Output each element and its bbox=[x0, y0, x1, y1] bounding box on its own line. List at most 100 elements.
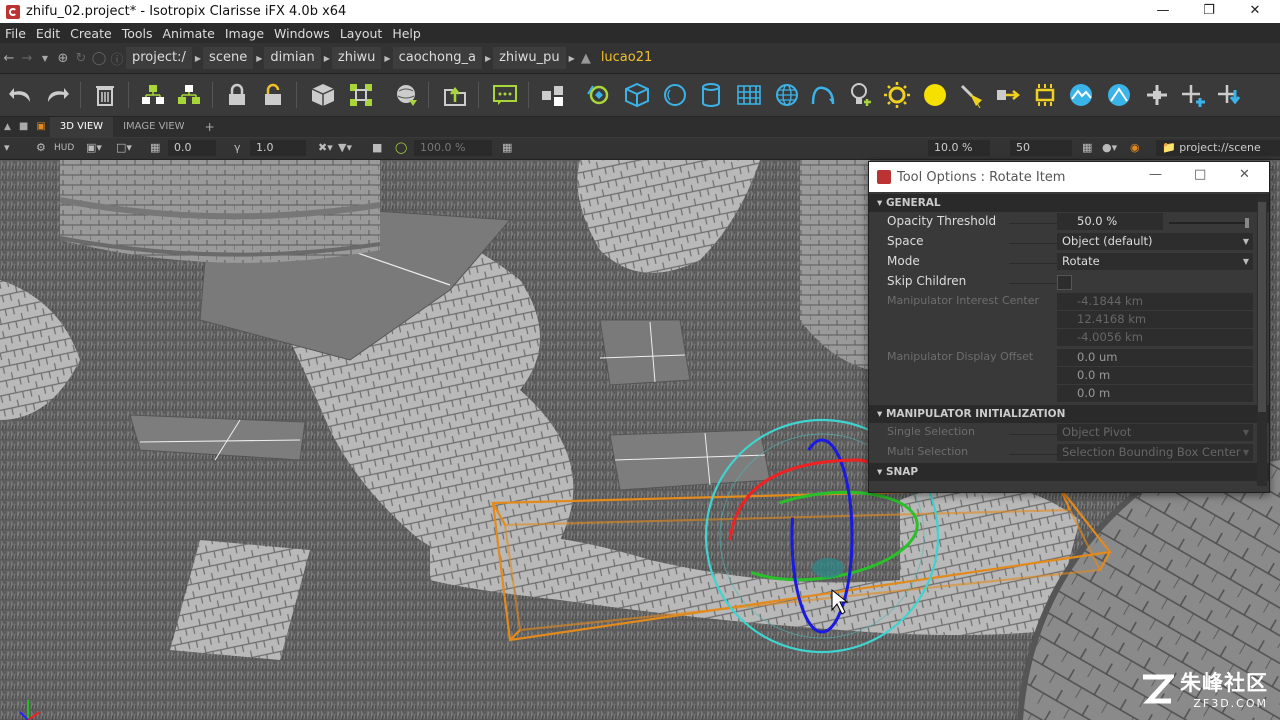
cube-object-icon[interactable] bbox=[308, 80, 338, 110]
grid-primitive-icon[interactable] bbox=[734, 80, 764, 110]
interest-z-field[interactable]: -4.0056 km bbox=[1057, 329, 1253, 346]
add-locator-icon[interactable] bbox=[1178, 80, 1208, 110]
section-manipulator-initialization[interactable]: ▾ MANIPULATOR INITIALIZATION bbox=[869, 405, 1269, 423]
target-icon[interactable]: ⊕ bbox=[54, 51, 72, 66]
cylinder-primitive-icon[interactable] bbox=[696, 80, 726, 110]
drop-locator-icon[interactable] bbox=[1214, 80, 1244, 110]
single-selection-dropdown[interactable]: Object Pivot ▼ bbox=[1057, 424, 1253, 441]
interest-x-field[interactable]: -4.1844 km bbox=[1057, 293, 1253, 310]
crumb-scene[interactable]: scene bbox=[203, 47, 254, 69]
ungroup-icon[interactable] bbox=[174, 80, 204, 110]
pin-icon[interactable]: ▲ bbox=[0, 117, 15, 137]
add-tab-button[interactable]: + bbox=[195, 117, 225, 137]
crumb-lucao21[interactable]: lucao21 bbox=[595, 47, 658, 69]
skip-children-checkbox[interactable] bbox=[1057, 275, 1072, 290]
menu-create[interactable]: Create bbox=[65, 26, 117, 41]
back-arrow-icon[interactable]: ← bbox=[0, 51, 18, 66]
tab-lock-icon[interactable]: ■ bbox=[15, 117, 32, 137]
unlock-icon[interactable] bbox=[258, 80, 288, 110]
shading-toggle-icon[interactable]: ◯ bbox=[395, 140, 407, 156]
section-snap[interactable]: ▾ SNAP bbox=[869, 463, 1269, 481]
scrollbar-thumb[interactable] bbox=[1258, 202, 1266, 412]
crumb-zhiwu[interactable]: zhiwu bbox=[331, 47, 382, 69]
close-button[interactable]: ✕ bbox=[1239, 167, 1250, 182]
tab-3d-view[interactable]: 3D VIEW bbox=[49, 117, 114, 137]
material-sphere-icon[interactable]: ●▾ bbox=[1102, 140, 1117, 156]
mode-dropdown[interactable]: Rotate ▼ bbox=[1057, 253, 1253, 270]
tab-options-icon[interactable]: ▣ bbox=[32, 117, 49, 137]
environment-icon[interactable] bbox=[1104, 80, 1134, 110]
interest-y-field[interactable]: 12.4168 km bbox=[1057, 311, 1253, 328]
group-icon[interactable] bbox=[138, 80, 168, 110]
menu-file[interactable]: File bbox=[0, 26, 31, 41]
hud-toggle[interactable]: HUD bbox=[54, 140, 74, 156]
crumb-project[interactable]: project:/ bbox=[126, 47, 192, 69]
crumb-dimian[interactable]: dimian bbox=[264, 47, 321, 69]
transform-icon[interactable] bbox=[538, 80, 568, 110]
refresh-geometry-icon[interactable] bbox=[584, 80, 614, 110]
instance-icon[interactable] bbox=[346, 80, 376, 110]
spot-light-icon[interactable] bbox=[956, 80, 986, 110]
point-light-icon[interactable] bbox=[920, 80, 950, 110]
skydome-icon[interactable] bbox=[1066, 80, 1096, 110]
minimize-button[interactable]: — bbox=[1149, 167, 1162, 182]
forward-arrow-icon[interactable]: → bbox=[18, 51, 36, 66]
snapshot-icon[interactable]: ▦ bbox=[502, 140, 512, 156]
samples-field[interactable]: 50 bbox=[1010, 140, 1072, 156]
maximize-button[interactable]: ❐ bbox=[1186, 0, 1232, 23]
opacity-threshold-field[interactable]: 50.0 % bbox=[1057, 213, 1163, 230]
zoom-field[interactable]: 10.0 % bbox=[928, 140, 990, 156]
menu-tools[interactable]: Tools bbox=[117, 26, 158, 41]
light-bulb-icon[interactable] bbox=[846, 80, 876, 110]
offset-z-field[interactable]: 0.0 m bbox=[1057, 385, 1253, 402]
locator-icon[interactable] bbox=[1142, 80, 1172, 110]
crumb-caochong-a[interactable]: caochong_a bbox=[392, 47, 482, 69]
console-icon[interactable] bbox=[490, 80, 520, 110]
minimize-button[interactable]: — bbox=[1140, 0, 1186, 23]
sphere-primitive-icon[interactable] bbox=[660, 80, 690, 110]
menu-edit[interactable]: Edit bbox=[31, 26, 65, 41]
filter-icon[interactable]: ▼▾ bbox=[338, 140, 352, 156]
opacity-percent-field[interactable]: 100.0 % bbox=[414, 140, 492, 156]
context-selector[interactable]: 📁 project://scene bbox=[1156, 140, 1280, 156]
menu-layout[interactable]: Layout bbox=[335, 26, 388, 41]
scatter-globe-icon[interactable] bbox=[392, 80, 422, 110]
exposure-icon[interactable]: ▦ bbox=[150, 140, 160, 156]
lock-icon[interactable] bbox=[222, 80, 252, 110]
menu-image[interactable]: Image bbox=[220, 26, 269, 41]
space-dropdown[interactable]: Object (default) ▼ bbox=[1057, 233, 1253, 250]
multi-selection-dropdown[interactable]: Selection Bounding Box Center ▼ bbox=[1057, 444, 1253, 461]
render-region-icon[interactable]: ▦ bbox=[1082, 140, 1092, 156]
display-mode-icon[interactable]: ▣▾ bbox=[86, 140, 102, 156]
tools-icon[interactable]: ✖▾ bbox=[318, 140, 333, 156]
offset-y-field[interactable]: 0.0 m bbox=[1057, 367, 1253, 384]
menu-animate[interactable]: Animate bbox=[157, 26, 219, 41]
offset-x-field[interactable]: 0.0 um bbox=[1057, 349, 1253, 366]
camera-view-icon[interactable]: □▾ bbox=[116, 140, 132, 156]
box-primitive-icon[interactable] bbox=[622, 80, 652, 110]
video-camera-icon[interactable]: ■ bbox=[372, 140, 382, 156]
visibility-eye-icon[interactable]: ◉ bbox=[1130, 140, 1140, 156]
tab-image-view[interactable]: IMAGE VIEW bbox=[113, 117, 194, 137]
menu-help[interactable]: Help bbox=[387, 26, 426, 41]
globe-primitive-icon[interactable] bbox=[772, 80, 802, 110]
delete-icon[interactable] bbox=[90, 80, 120, 110]
history-dropdown-icon[interactable]: ▼ bbox=[36, 54, 54, 63]
sun-light-icon[interactable] bbox=[882, 80, 912, 110]
maximize-button[interactable]: □ bbox=[1194, 167, 1206, 182]
opacity-threshold-slider[interactable] bbox=[1169, 222, 1249, 224]
redo-icon[interactable] bbox=[42, 80, 72, 110]
crumb-zhiwu-pu[interactable]: zhiwu_pu bbox=[493, 47, 566, 69]
directional-light-icon[interactable] bbox=[994, 80, 1024, 110]
tool-options-header[interactable]: Tool Options : Rotate Item — □ ✕ bbox=[869, 162, 1269, 192]
gamma-field[interactable]: 1.0 bbox=[250, 140, 306, 156]
close-button[interactable]: ✕ bbox=[1232, 0, 1278, 23]
curve-icon[interactable] bbox=[808, 80, 838, 110]
import-icon[interactable] bbox=[440, 80, 470, 110]
slider-handle[interactable] bbox=[1245, 218, 1249, 228]
info-icon[interactable]: ⓘ bbox=[108, 49, 126, 68]
undo-icon[interactable] bbox=[6, 80, 36, 110]
view-menu-icon[interactable]: ▾ bbox=[4, 140, 10, 156]
exposure-field[interactable]: 0.0 bbox=[168, 140, 216, 156]
menu-windows[interactable]: Windows bbox=[269, 26, 335, 41]
